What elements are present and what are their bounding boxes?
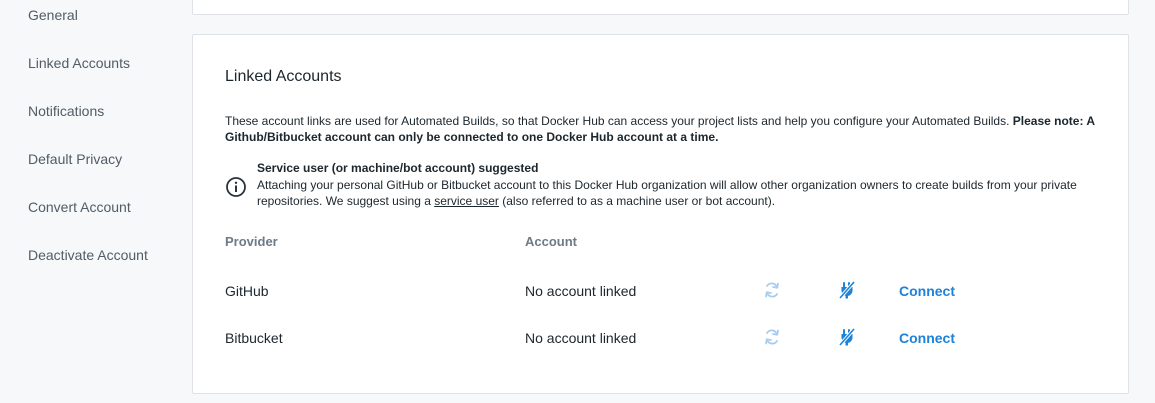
description-text: These account links are used for Automat… — [225, 114, 1010, 128]
provider-bitbucket: Bitbucket — [225, 330, 283, 346]
linked-accounts-card: Linked Accounts These account links are … — [192, 34, 1129, 394]
github-account-status: No account linked — [525, 283, 637, 299]
refresh-icon[interactable] — [762, 280, 782, 300]
column-header-account: Account — [525, 234, 577, 249]
sidebar-item-general[interactable]: General — [28, 7, 78, 23]
previous-section-card — [192, 0, 1129, 15]
bitbucket-account-status: No account linked — [525, 330, 637, 346]
provider-github: GitHub — [225, 283, 269, 299]
notice-body-text-end: (also referred to as a machine user or b… — [502, 194, 776, 208]
sidebar-item-linked-accounts[interactable]: Linked Accounts — [28, 55, 130, 71]
refresh-icon[interactable] — [762, 327, 782, 347]
linked-accounts-description: These account links are used for Automat… — [225, 113, 1105, 145]
sidebar-item-default-privacy[interactable]: Default Privacy — [28, 151, 122, 167]
notice-title: Service user (or machine/bot account) su… — [257, 161, 539, 175]
connect-github-button[interactable]: Connect — [899, 283, 955, 299]
unplug-icon[interactable] — [837, 280, 857, 300]
notice-body: Attaching your personal GitHub or Bitbuc… — [257, 177, 1102, 209]
sidebar-item-convert-account[interactable]: Convert Account — [28, 199, 131, 215]
sidebar-item-notifications[interactable]: Notifications — [28, 103, 104, 119]
column-header-provider: Provider — [225, 234, 278, 249]
connect-bitbucket-button[interactable]: Connect — [899, 330, 955, 346]
info-circle-icon — [225, 176, 247, 198]
settings-sidebar: General Linked Accounts Notifications De… — [0, 0, 192, 403]
unplug-icon[interactable] — [837, 327, 857, 347]
sidebar-item-deactivate-account[interactable]: Deactivate Account — [28, 247, 148, 263]
service-user-link[interactable]: service user — [434, 194, 499, 208]
section-title: Linked Accounts — [225, 68, 342, 85]
